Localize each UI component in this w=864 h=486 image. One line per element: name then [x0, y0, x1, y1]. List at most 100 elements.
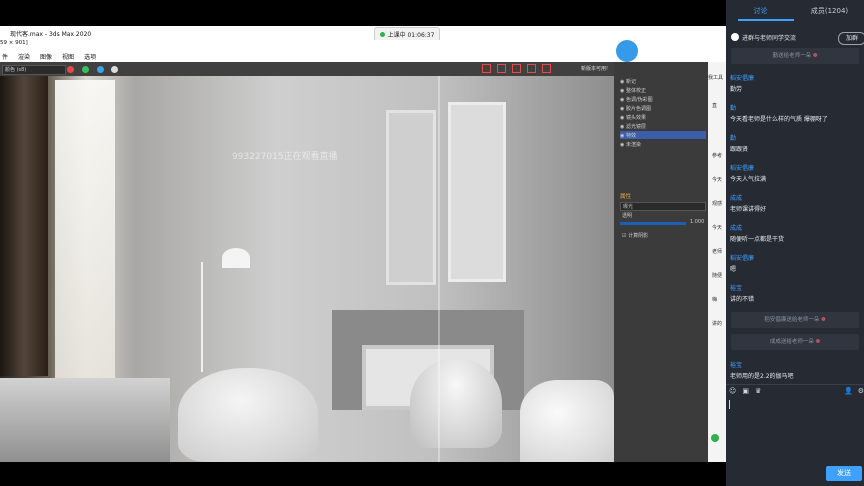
group-icon: [731, 33, 739, 41]
tab-underline: [738, 19, 794, 21]
brand-name: 腾讯课堂: [640, 47, 697, 62]
input-separator: [726, 384, 864, 385]
alpha-channel-toggle[interactable]: [111, 66, 118, 73]
chat-message: 老师用的是2.2的伽马吧: [730, 373, 794, 380]
side-label: 老师: [712, 249, 723, 255]
render-tools: [482, 64, 551, 73]
curtain-shape: [0, 76, 48, 376]
gift-system-message: 稻安倡廉送给老师一朵 ❁: [731, 312, 859, 328]
opacity-value[interactable]: 1.000: [690, 219, 704, 225]
wall-frame-left: [386, 110, 436, 285]
chat-username[interactable]: 裕宝: [730, 283, 742, 292]
armchair-left: [178, 368, 318, 462]
side-label: 嗨: [712, 297, 718, 303]
chat-username[interactable]: 稻安倡廉: [730, 163, 754, 172]
flower-icon: ❁: [815, 339, 821, 345]
live-dot-icon: [379, 32, 385, 37]
window-light-shape: [55, 80, 115, 380]
side-mini-panel: [708, 62, 726, 462]
chat-username[interactable]: 成成: [730, 193, 742, 202]
channel-select[interactable]: 颜色 (s8): [2, 65, 66, 75]
side-label: 讲的: [712, 321, 723, 327]
floor-lamp-stem: [201, 262, 203, 372]
top-black-strip: [0, 0, 726, 26]
chat-message: 勤劳: [730, 86, 743, 93]
floor-lamp-head: [222, 248, 250, 268]
chat-username[interactable]: 裕宝: [730, 360, 742, 369]
side-label: 参考: [712, 153, 723, 159]
chat-input[interactable]: [729, 400, 730, 409]
compare-divider[interactable]: [438, 76, 440, 462]
input-toolbar: ☺ ▣ ♛: [729, 387, 761, 395]
side-label: 今天: [712, 225, 723, 231]
menu-item-render[interactable]: 渲染: [18, 52, 30, 61]
layer-row[interactable]: ◉ 镜头效果: [620, 114, 646, 121]
clear-icon[interactable]: [497, 64, 506, 73]
properties-header: 属性: [620, 194, 632, 200]
copy-icon[interactable]: [527, 64, 536, 73]
wall-frame: [448, 102, 506, 282]
window-title: 现代客.max - 3ds Max 2020: [10, 30, 92, 38]
sofa-shape: [520, 380, 614, 462]
armchair-right: [410, 358, 502, 448]
layer-row[interactable]: ◉ 胶片色调图: [620, 105, 651, 112]
properties-field[interactable]: 曝光: [620, 202, 706, 211]
menu-item-view[interactable]: 视图: [62, 52, 74, 61]
gift-icon[interactable]: ♛: [755, 387, 761, 395]
layer-row[interactable]: ◉ 未渲染: [620, 141, 641, 148]
chat-username[interactable]: 稻安倡廉: [730, 73, 754, 82]
side-label: 观感: [712, 201, 723, 207]
blue-channel-toggle[interactable]: [97, 66, 104, 73]
menu-item-image[interactable]: 图像: [40, 52, 52, 61]
update-available-label[interactable]: 新版本可用!: [581, 65, 608, 72]
layer-row[interactable]: ◉ 特效: [620, 132, 636, 139]
chat-username[interactable]: 稻安倡廉: [730, 253, 754, 262]
bottom-black-strip: [0, 462, 726, 486]
chat-message: 跟跟贤: [730, 146, 749, 153]
flower-icon: ❁: [812, 53, 818, 59]
opacity-slider[interactable]: [620, 222, 686, 225]
window-title-bar: 现代客.max - 3ds Max 2020: [0, 26, 726, 40]
chat-message: 今天人气拉满: [730, 176, 767, 183]
layer-row[interactable]: ◉ 色调/伪彩图: [620, 96, 653, 103]
region-icon[interactable]: [512, 64, 521, 73]
chat-username[interactable]: 勤: [730, 103, 736, 112]
image-icon[interactable]: ▣: [742, 387, 749, 395]
input-right-tools: 👤 ⚙: [844, 387, 864, 395]
red-channel-toggle[interactable]: [67, 66, 74, 73]
menu-item-file[interactable]: 件: [2, 52, 8, 61]
size-text: 59 × 901]: [0, 40, 28, 46]
side-label: 直: [712, 103, 718, 109]
settings-icon[interactable]: ⚙: [858, 387, 864, 395]
layer-row[interactable]: ◉ 整体校正: [620, 87, 646, 94]
layer-panel: [614, 62, 708, 462]
shadow-checkbox[interactable]: ☑ 计算阴影: [622, 232, 648, 239]
layer-row[interactable]: ◉ 新记: [620, 78, 636, 85]
green-channel-toggle[interactable]: [82, 66, 89, 73]
chat-username[interactable]: 勤: [730, 133, 736, 142]
mic-icon[interactable]: [711, 434, 719, 442]
side-label: 我工具: [708, 75, 724, 81]
emoji-icon[interactable]: ☺: [729, 387, 736, 395]
layer-row[interactable]: ◉ 滤光镜层: [620, 123, 646, 130]
side-table-shape: [0, 378, 170, 462]
tencent-classroom-logo-icon: [616, 40, 638, 62]
save-image-icon[interactable]: [482, 64, 491, 73]
chat-message: 今天看老师是什么样的气质 爆棚呀了: [730, 116, 828, 123]
tab-members[interactable]: 成员(1204): [795, 0, 864, 22]
chat-message: 讲的不错: [730, 296, 755, 303]
clone-icon[interactable]: [542, 64, 551, 73]
side-label: 今天: [712, 177, 723, 183]
viewer-watermark: 993227015正在观看直播: [232, 152, 338, 162]
chat-message: 嗯: [730, 266, 737, 273]
join-group-button[interactable]: 加群: [838, 32, 864, 45]
chat-message: 老师课讲得好: [730, 206, 767, 213]
user-icon[interactable]: 👤: [844, 387, 853, 395]
group-invite-text[interactable]: 进群与老师同学交流: [742, 33, 796, 42]
menu-item-options[interactable]: 选项: [84, 52, 96, 61]
chat-message: 随便听一点都是干货: [730, 236, 785, 243]
send-button[interactable]: 发送: [826, 466, 862, 481]
chat-username[interactable]: 成成: [730, 223, 742, 232]
opacity-label: 透明: [622, 213, 633, 219]
flower-icon: ❁: [821, 317, 826, 323]
